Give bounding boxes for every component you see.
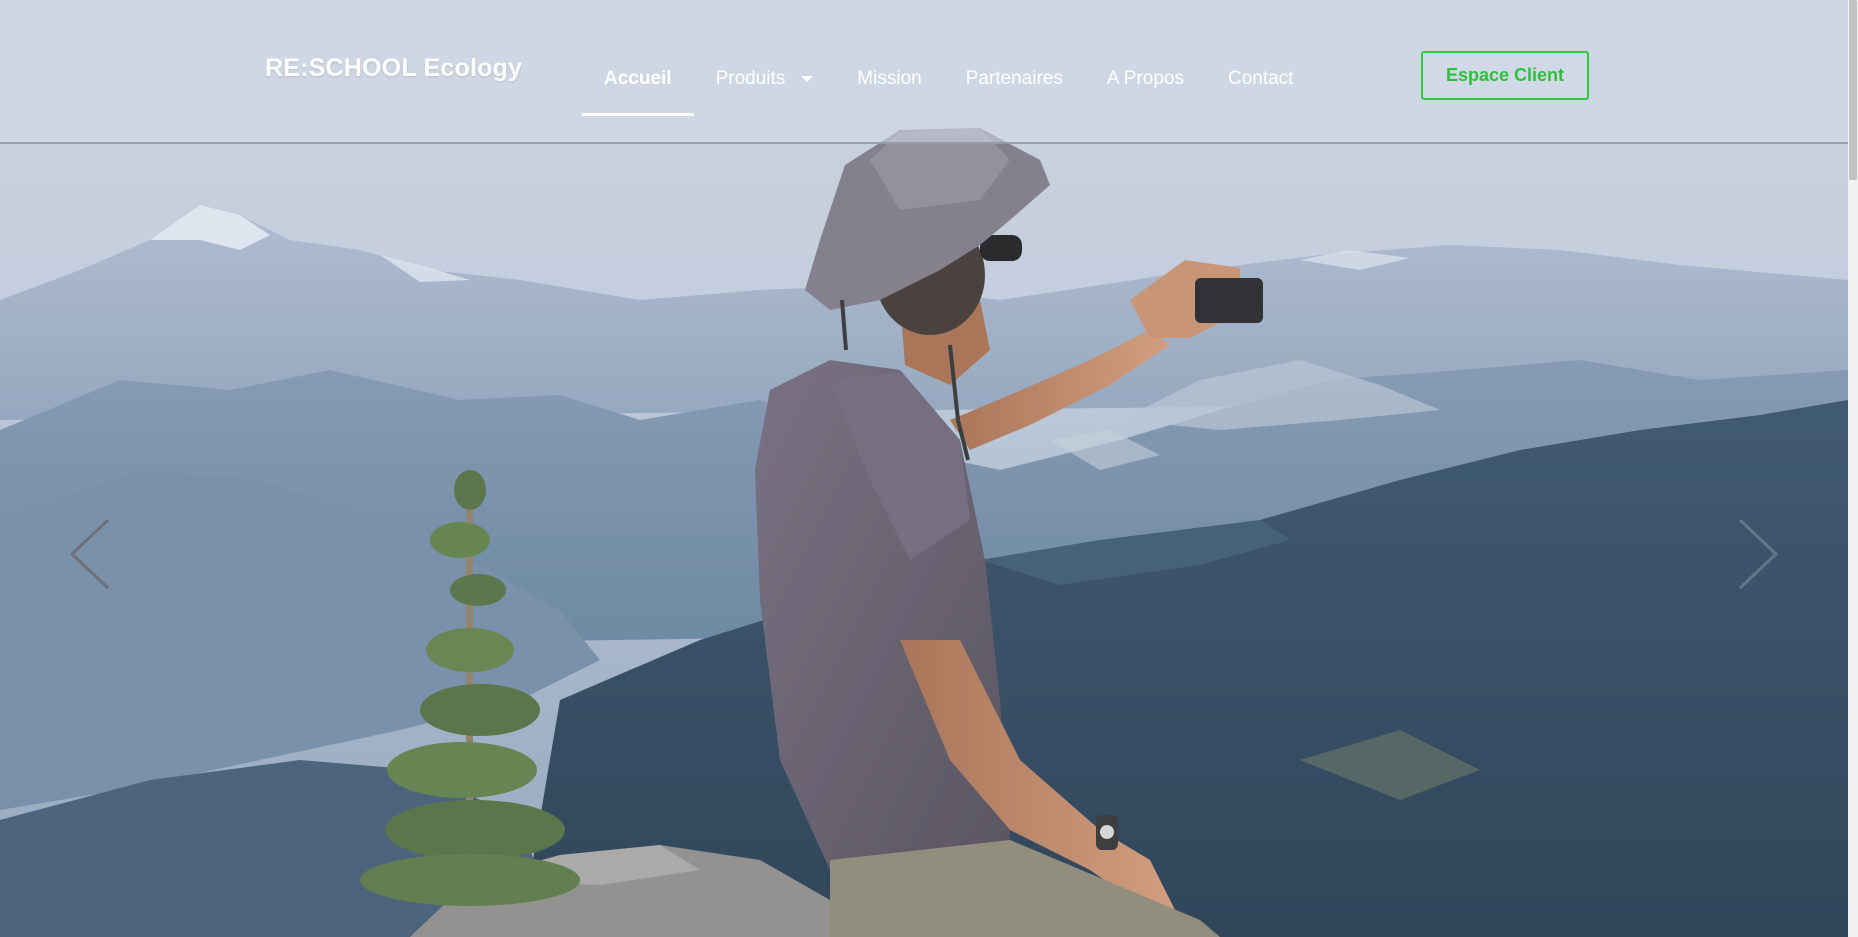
- caret-down-icon: [801, 76, 814, 82]
- nav-item-label: Accueil: [604, 68, 672, 89]
- nav-item-accueil[interactable]: Accueil: [582, 60, 694, 116]
- nav-item-label: A Propos: [1106, 68, 1184, 89]
- page-scrollbar[interactable]: [1848, 0, 1858, 937]
- nav-item-label: Produits: [715, 68, 786, 89]
- carousel-prev-button[interactable]: [70, 518, 110, 590]
- nav-item-partenaires[interactable]: Partenaires: [944, 60, 1085, 116]
- brand-logo-text[interactable]: RE:SCHOOL Ecology: [265, 54, 522, 83]
- nav-item-contact[interactable]: Contact: [1206, 60, 1315, 116]
- nav-item-label: Contact: [1227, 68, 1294, 89]
- espace-client-button[interactable]: Espace Client: [1421, 51, 1589, 100]
- chevron-left-icon: [70, 518, 110, 590]
- nav-item-label: Mission: [857, 68, 922, 89]
- nav-item-label: Partenaires: [965, 68, 1063, 89]
- nav-item-mission[interactable]: Mission: [835, 60, 943, 116]
- chevron-right-icon: [1738, 518, 1778, 590]
- main-nav: Accueil Produits Mission Partenaires A P…: [582, 60, 1315, 116]
- page-viewport: RE:SCHOOL Ecology Accueil Produits Missi…: [0, 0, 1848, 937]
- nav-item-a-propos[interactable]: A Propos: [1085, 60, 1206, 116]
- site-header: RE:SCHOOL Ecology Accueil Produits Missi…: [0, 0, 1848, 144]
- scrollbar-thumb[interactable]: [1849, 0, 1857, 180]
- carousel-next-button[interactable]: [1738, 518, 1778, 590]
- nav-item-produits[interactable]: Produits: [694, 60, 836, 116]
